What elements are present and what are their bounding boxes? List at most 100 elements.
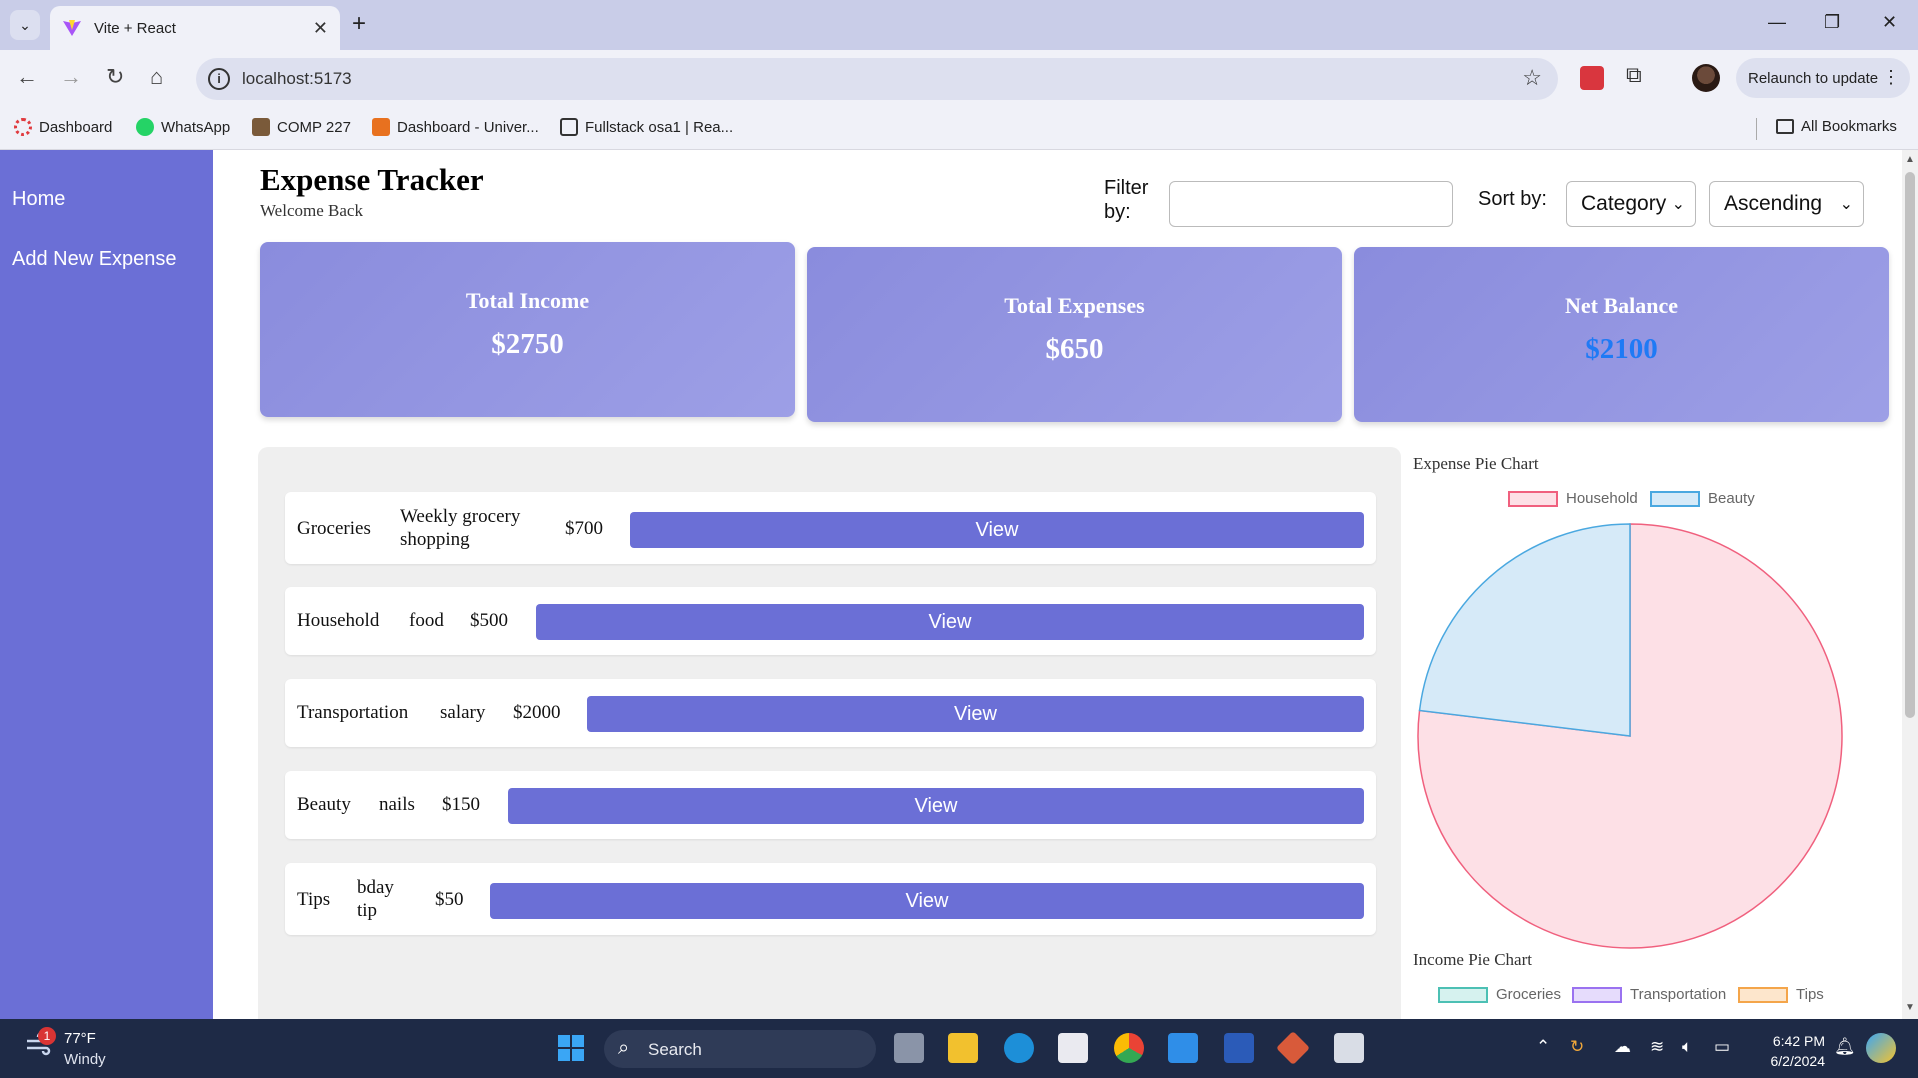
view-button[interactable]: View (536, 604, 1364, 640)
copilot-icon[interactable] (1866, 1033, 1896, 1063)
transaction-category: Household (297, 610, 380, 631)
chevron-down-icon: ⌄ (1839, 196, 1853, 213)
legend-item[interactable]: Tips (1738, 986, 1824, 1003)
taskbar-search[interactable]: ⌕ Search (604, 1030, 876, 1068)
bookmark-item[interactable]: Dashboard - Univer... (372, 118, 539, 136)
view-button[interactable]: View (508, 788, 1364, 824)
edge-browser-icon[interactable] (1004, 1033, 1034, 1063)
vite-logo-icon (63, 20, 81, 36)
snipping-tool-icon[interactable] (1334, 1033, 1364, 1063)
relaunch-to-update-button[interactable]: Relaunch to update ⋮ (1736, 58, 1910, 98)
microsoft-store-icon[interactable] (1058, 1033, 1088, 1063)
total-expenses-value: $650 (1045, 333, 1104, 365)
legend-item[interactable]: Household (1508, 490, 1638, 507)
chevron-up-icon[interactable]: ⌃ (1536, 1037, 1550, 1057)
git-icon[interactable] (1276, 1031, 1310, 1065)
transaction-category: Groceries (297, 518, 371, 539)
total-expenses-label: Total Expenses (1004, 293, 1145, 318)
new-tab-icon[interactable]: + (352, 10, 366, 38)
bookmark-star-icon[interactable]: ☆ (1522, 65, 1542, 91)
bookmark-item[interactable]: COMP 227 (252, 118, 351, 136)
bookmark-item[interactable]: Dashboard (14, 118, 112, 136)
sync-icon[interactable]: ↻ (1570, 1037, 1584, 1057)
filter-input[interactable] (1169, 181, 1453, 227)
bookmark-item[interactable]: Fullstack osa1 | Rea... (560, 118, 733, 136)
page-scrollbar[interactable]: ▲ ▼ (1902, 150, 1918, 1019)
transaction-description: bday tip (357, 877, 394, 921)
profile-avatar[interactable] (1692, 64, 1720, 92)
task-view-icon[interactable] (894, 1033, 924, 1063)
sidebar-item-home[interactable]: Home (12, 188, 65, 211)
bookmarks-bar: Dashboard WhatsApp COMP 227 Dashboard - … (0, 108, 1918, 150)
legend-item[interactable]: Beauty (1650, 490, 1755, 507)
more-menu-icon: ⋮ (1882, 67, 1900, 87)
notification-bell-icon[interactable]: 🔔︎ (1834, 1037, 1856, 1057)
view-button[interactable]: View (630, 512, 1364, 548)
minimize-icon[interactable]: — (1768, 12, 1786, 33)
all-bookmarks-button[interactable]: All Bookmarks (1776, 118, 1897, 135)
page-title: Expense Tracker (260, 162, 484, 197)
browser-tab-strip: ⌄ Vite + React ✕ + — ❐ ✕ (0, 0, 1918, 50)
chrome-icon[interactable] (1114, 1033, 1144, 1063)
sort-field-value: Category (1581, 192, 1667, 215)
legend-label: Beauty (1708, 490, 1755, 507)
view-button[interactable]: View (490, 883, 1364, 919)
cloud-offline-icon[interactable]: ☁ (1614, 1037, 1631, 1057)
app-viewport: Home Add New Expense Expense Tracker Wel… (0, 150, 1918, 1019)
clock-time: 6:42 PM (1772, 1033, 1825, 1049)
chevron-down-icon: ⌄ (1671, 196, 1685, 213)
sort-order-select[interactable]: Ascending ⌄ (1709, 181, 1864, 227)
windows-start-icon[interactable] (556, 1033, 586, 1063)
transaction-row: Groceries Weekly grocery shopping $700 V… (285, 492, 1376, 564)
site-info-icon[interactable]: i (208, 68, 230, 90)
restore-icon[interactable]: ❐ (1824, 12, 1840, 33)
address-bar[interactable]: i localhost:5173 ☆ (196, 58, 1558, 100)
sort-field-select[interactable]: Category ⌄ (1566, 181, 1696, 227)
legend-label: Household (1566, 490, 1638, 507)
battery-icon[interactable]: ▭ (1714, 1037, 1730, 1057)
back-arrow-icon[interactable]: ← (16, 64, 38, 90)
bookmark-label: COMP 227 (277, 118, 351, 136)
sort-order-value: Ascending (1724, 192, 1823, 215)
transaction-amount: $50 (435, 889, 464, 910)
legend-item[interactable]: Transportation (1572, 986, 1726, 1003)
extensions-puzzle-icon[interactable]: ⧉ (1626, 62, 1642, 88)
sidebar: Home Add New Expense (0, 150, 213, 1019)
net-balance-value: $2100 (1585, 333, 1658, 365)
view-button[interactable]: View (587, 696, 1364, 732)
pie-slice-beauty[interactable] (1418, 523, 1631, 737)
extension-icon[interactable] (1580, 66, 1604, 90)
weather-description[interactable]: Windy (64, 1051, 106, 1068)
search-label: Search (648, 1040, 702, 1059)
legend-swatch (1438, 986, 1488, 1003)
bookmark-favicon-icon (560, 118, 578, 136)
sidebar-item-add-new-expense[interactable]: Add New Expense (12, 248, 177, 271)
weather-temperature[interactable]: 77°F (64, 1030, 96, 1047)
transaction-row: Household food $500 View (285, 587, 1376, 655)
volume-icon[interactable]: 🔈︎ (1682, 1037, 1692, 1057)
legend-label: Transportation (1630, 986, 1727, 1003)
scroll-up-icon[interactable]: ▲ (1905, 154, 1915, 165)
word-icon[interactable] (1224, 1033, 1254, 1063)
transaction-row: Beauty nails $150 View (285, 771, 1376, 839)
scroll-thumb[interactable] (1905, 172, 1915, 718)
wifi-icon[interactable]: ≋ (1650, 1037, 1664, 1057)
reload-icon[interactable]: ↻ (106, 64, 124, 90)
home-icon[interactable]: ⌂ (150, 64, 163, 90)
tab-search-button[interactable]: ⌄ (10, 10, 40, 40)
file-explorer-icon[interactable] (948, 1033, 978, 1063)
folder-icon (1776, 119, 1794, 134)
close-tab-icon[interactable]: ✕ (313, 18, 328, 39)
scroll-down-icon[interactable]: ▼ (1905, 1002, 1915, 1013)
clock-date: 6/2/2024 (1770, 1053, 1826, 1069)
transaction-row: Tips bday tip $50 View (285, 863, 1376, 935)
vscode-icon[interactable] (1168, 1033, 1198, 1063)
legend-item[interactable]: Groceries (1438, 986, 1561, 1003)
bookmark-item[interactable]: WhatsApp (136, 118, 230, 136)
browser-tab[interactable]: Vite + React ✕ (50, 6, 340, 50)
system-clock[interactable]: 6:42 PM 6/2/2024 (1755, 1031, 1826, 1071)
expense-pie-chart (1417, 523, 1843, 949)
window-close-icon[interactable]: ✕ (1882, 12, 1897, 33)
forward-arrow-icon[interactable]: → (60, 64, 82, 90)
bookmark-label: Dashboard - Univer... (397, 118, 539, 136)
